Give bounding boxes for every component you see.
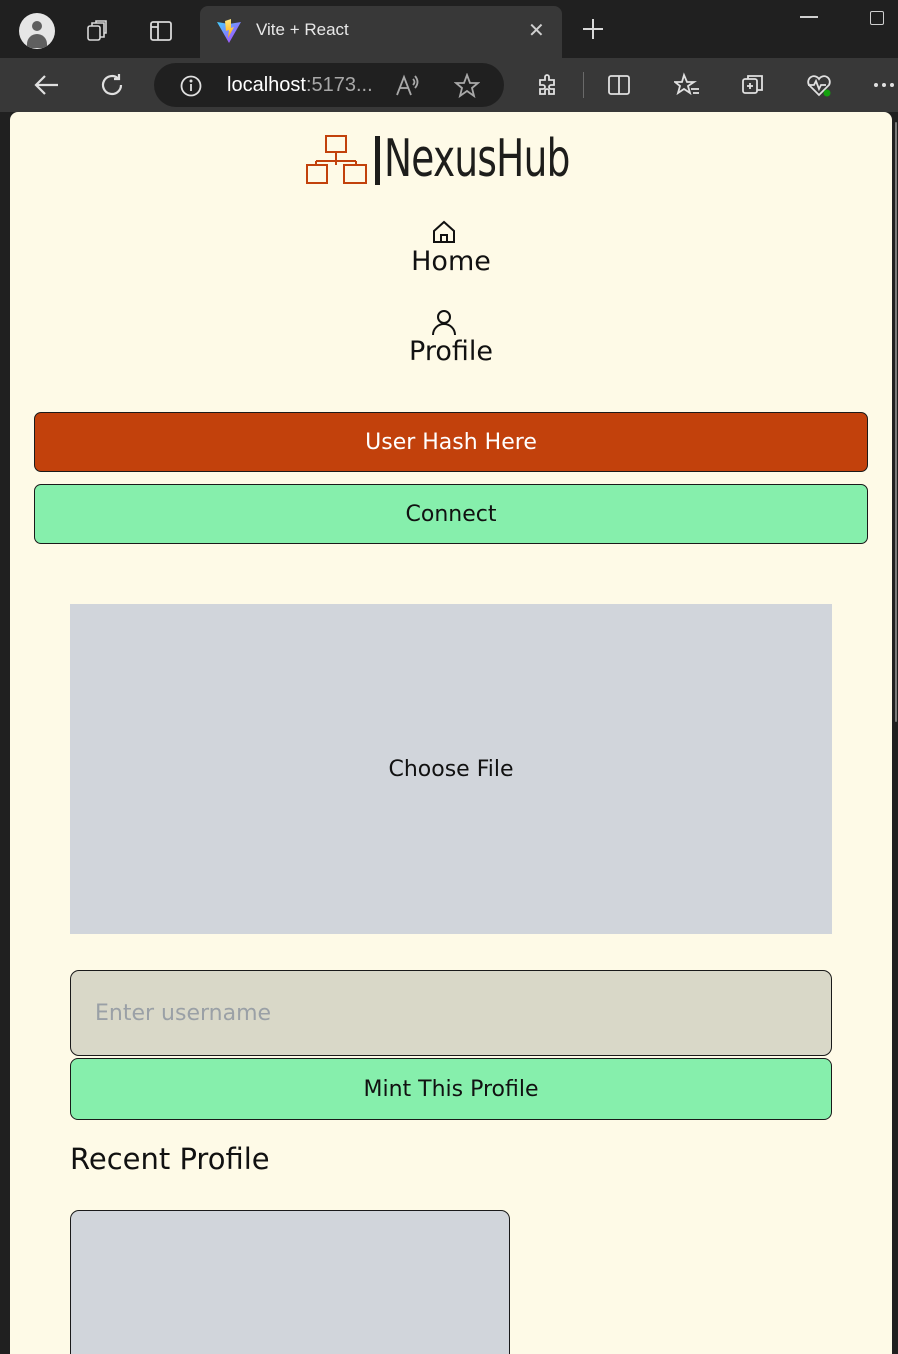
browser-tab-active[interactable]: Vite + React ✕ (200, 6, 562, 58)
vite-logo-icon (217, 19, 241, 43)
address-bar[interactable]: localhost:5173... (154, 63, 504, 107)
network-hierarchy-icon (306, 135, 367, 184)
choose-file-label: Choose File (388, 756, 514, 782)
window-minimize-icon[interactable] (800, 16, 818, 18)
connect-button[interactable]: Connect (34, 484, 868, 544)
toolbar-separator (583, 72, 584, 98)
workspaces-icon[interactable] (82, 16, 112, 46)
user-icon (432, 310, 456, 336)
browser-titlebar: Vite + React ✕ (0, 0, 898, 58)
collections-icon[interactable] (738, 70, 768, 100)
split-screen-icon[interactable] (604, 70, 634, 100)
browser-essentials-icon[interactable] (804, 70, 834, 100)
brand-logo[interactable]: NexusHub (306, 129, 606, 190)
refresh-icon[interactable] (96, 70, 128, 100)
site-info-icon[interactable] (180, 75, 202, 97)
favorite-star-icon[interactable] (454, 73, 480, 99)
browser-profile-avatar[interactable] (19, 13, 55, 49)
nav-item-home[interactable]: Home (10, 218, 892, 277)
home-icon (433, 220, 455, 243)
nav-label-profile: Profile (409, 336, 493, 367)
recent-profile-card[interactable] (70, 1210, 510, 1354)
brand-divider (375, 136, 380, 185)
back-icon[interactable] (30, 70, 62, 100)
page-viewport: NexusHub Home Profile User Hash Here Con… (10, 112, 892, 1354)
nav-item-profile[interactable]: Profile (10, 308, 892, 367)
mint-profile-button[interactable]: Mint This Profile (70, 1058, 832, 1120)
brand-name: NexusHub (384, 129, 570, 189)
nav-label-home: Home (411, 246, 491, 277)
read-aloud-icon[interactable] (394, 73, 420, 99)
username-input[interactable] (70, 970, 832, 1056)
address-url: localhost:5173... (227, 74, 373, 96)
window-right-edge (892, 112, 898, 1354)
window-maximize-icon[interactable] (870, 11, 884, 25)
choose-file-dropzone[interactable]: Choose File (70, 604, 832, 934)
extensions-icon[interactable] (532, 70, 562, 100)
tab-close-icon[interactable]: ✕ (528, 18, 548, 42)
vertical-tabs-icon[interactable] (146, 16, 176, 46)
more-menu-icon[interactable] (870, 70, 898, 100)
browser-toolbar: localhost:5173... (0, 58, 898, 112)
new-tab-icon[interactable] (578, 14, 608, 44)
tab-title: Vite + React (256, 20, 349, 39)
recent-profile-heading: Recent Profile (70, 1142, 270, 1176)
favorites-icon[interactable] (672, 70, 702, 100)
user-hash-button[interactable]: User Hash Here (34, 412, 868, 472)
